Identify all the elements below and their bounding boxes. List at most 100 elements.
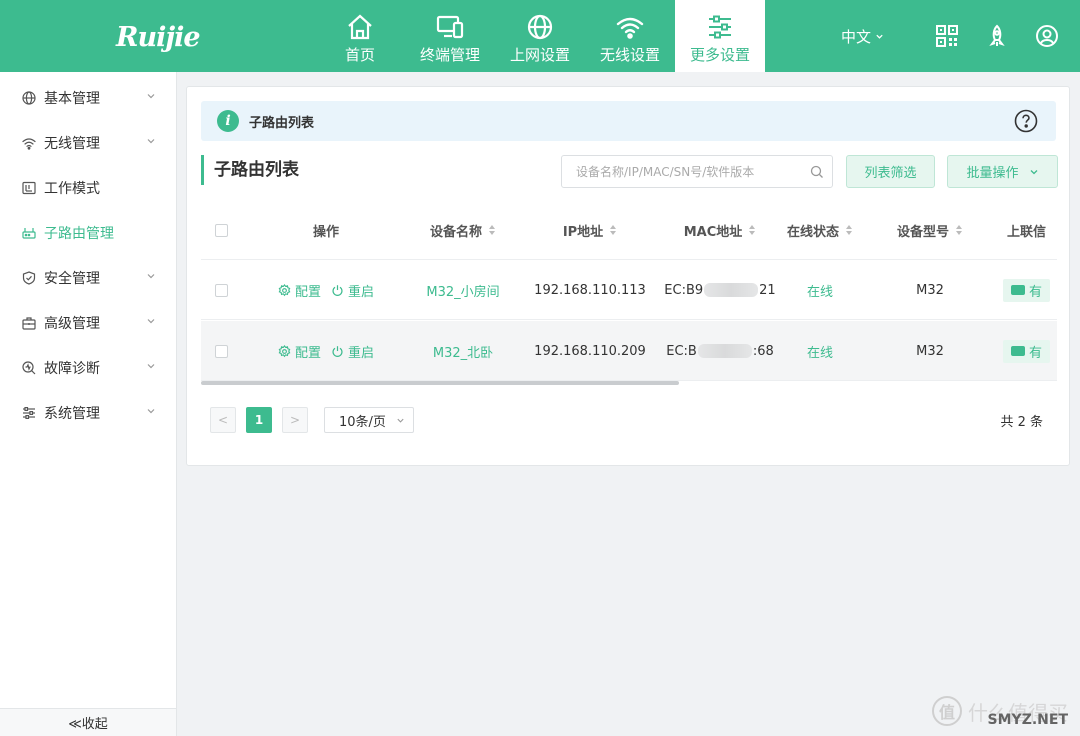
search-input[interactable]: [576, 164, 806, 179]
watermark-logo: 值: [932, 696, 962, 726]
sidebar-item-label: 系统管理: [44, 405, 100, 422]
language-label: 中文: [840, 27, 871, 46]
page-size-select[interactable]: 10条/页: [324, 407, 414, 433]
row-checkbox[interactable]: [214, 344, 228, 358]
select-all-checkbox[interactable]: [214, 223, 228, 237]
config-button[interactable]: 配置: [278, 342, 321, 361]
qrcode-icon: [936, 25, 958, 47]
power-icon: [332, 284, 343, 296]
batch-actions-button[interactable]: 批量操作: [947, 155, 1058, 188]
sort-icon: [610, 225, 617, 235]
user-button[interactable]: [1034, 23, 1060, 49]
sidebar-item-work-mode[interactable]: 工作模式: [0, 165, 176, 210]
horizontal-scrollbar[interactable]: [201, 381, 679, 385]
toolbox-icon: [22, 316, 36, 330]
mac-redacted: [704, 283, 759, 297]
ruijie-logo[interactable]: Ruijie: [116, 22, 201, 53]
sidebar-item-diagnose[interactable]: 故障诊断: [0, 345, 176, 390]
restart-button[interactable]: 重启: [331, 281, 374, 300]
sidebar-item-security[interactable]: 安全管理: [0, 255, 176, 300]
config-button[interactable]: 配置: [278, 281, 321, 300]
rocket-button[interactable]: [984, 23, 1010, 49]
uplink-label: 有: [1029, 284, 1043, 300]
table-row: 配置 重启 M32_北卧 192.168.110.209 EC:B:68 在线 …: [201, 321, 1057, 381]
info-banner: i 子路由列表: [201, 101, 1056, 141]
col-mac-label: MAC地址: [683, 224, 743, 240]
sidebar-item-label: 高级管理: [44, 315, 100, 332]
chevron-down-icon: [147, 364, 155, 369]
prev-page-button[interactable]: <: [210, 407, 236, 433]
nav-more-settings[interactable]: 更多设置: [675, 0, 765, 72]
pagination: < 1 > 10条/页: [210, 407, 414, 433]
sidebar-item-basic[interactable]: 基本管理: [0, 75, 176, 120]
sidebar-item-advanced[interactable]: 高级管理: [0, 300, 176, 345]
col-model[interactable]: 设备型号: [875, 200, 985, 260]
sliders-icon: [709, 15, 731, 39]
sort-icon: [489, 225, 495, 235]
chevron-down-icon: [397, 418, 404, 423]
nav-home-label: 首页: [344, 46, 375, 64]
nav-wireless[interactable]: 无线设置: [585, 0, 675, 72]
mac-redacted: [697, 344, 752, 358]
nav-internet-label: 上网设置: [509, 46, 570, 64]
nav-home[interactable]: 首页: [315, 0, 405, 72]
page-button-current[interactable]: 1: [246, 407, 272, 433]
home-icon: [348, 14, 372, 40]
nav-devices[interactable]: 终端管理: [405, 0, 495, 72]
status-badge: 在线: [806, 284, 833, 300]
help-icon[interactable]: [1014, 109, 1038, 133]
top-bar: Ruijie 首页 终端管理 上网设置 无线设置 更多设置 中文: [0, 0, 1080, 72]
col-device-name[interactable]: 设备名称: [401, 200, 525, 260]
uplink-badge: 有: [1003, 339, 1051, 363]
language-selector[interactable]: 中文: [841, 26, 884, 47]
device-name-link[interactable]: M32_北卧: [401, 321, 525, 381]
mode-icon: [22, 181, 36, 195]
router-icon: [22, 226, 36, 240]
power-icon: [332, 345, 343, 357]
wifi-icon: [22, 136, 36, 150]
section-title: 子路由列表: [201, 155, 299, 185]
col-status-label: 在线状态: [786, 224, 839, 240]
sidebar-item-label: 基本管理: [44, 90, 100, 107]
next-page-button[interactable]: >: [282, 407, 308, 433]
sidebar: 基本管理 无线管理 工作模式 子路由管理 安全管理 高级管理 故障诊断 系统管理…: [0, 72, 177, 736]
row-checkbox[interactable]: [214, 283, 228, 297]
gear-icon: [278, 344, 291, 357]
info-icon: i: [217, 110, 239, 132]
device-name-link[interactable]: M32_小房间: [401, 260, 525, 320]
sidebar-item-label: 子路由管理: [44, 225, 114, 242]
chevron-down-icon: [876, 34, 883, 39]
search-icon[interactable]: [810, 165, 824, 179]
globe-icon: [22, 90, 36, 105]
col-model-label: 设备型号: [896, 224, 949, 240]
search-box: [561, 155, 833, 188]
sidebar-item-sub-router[interactable]: 子路由管理: [0, 210, 176, 255]
ip-address: 192.168.110.209: [534, 343, 646, 359]
chevron-down-icon: [147, 319, 155, 324]
restart-label: 重启: [348, 345, 375, 361]
qrcode-button[interactable]: [934, 23, 960, 49]
gear-icon: [278, 283, 291, 296]
sidebar-collapse-button[interactable]: ≪收起: [0, 708, 176, 736]
col-actions: 操作: [312, 224, 339, 240]
sidebar-item-system[interactable]: 系统管理: [0, 390, 176, 435]
settings-icon: [22, 406, 36, 420]
globe-icon: [527, 14, 553, 40]
restart-button[interactable]: 重启: [331, 342, 374, 361]
mac-prefix: EC:B: [666, 343, 697, 359]
col-uplink: 上联信: [1007, 224, 1047, 240]
sidebar-item-wireless[interactable]: 无线管理: [0, 120, 176, 165]
nav-internet[interactable]: 上网设置: [495, 0, 585, 72]
col-status[interactable]: 在线状态: [765, 200, 875, 260]
sub-router-card: i 子路由列表 子路由列表 列表筛选 批量操作 操作 设备名称 IP地址 MAC…: [186, 86, 1070, 466]
sidebar-item-label: 故障诊断: [44, 360, 100, 377]
table-header: 操作 设备名称 IP地址 MAC地址 在线状态 设备型号 上联信: [201, 200, 1057, 260]
watermark-sub: SMYZ.NET: [987, 712, 1068, 728]
col-ip[interactable]: IP地址: [525, 200, 655, 260]
status-badge: 在线: [806, 345, 833, 361]
uplink-badge: 有: [1003, 278, 1051, 302]
shield-icon: [22, 270, 36, 285]
uplink-cell: 有: [1003, 260, 1057, 320]
filter-button[interactable]: 列表筛选: [846, 155, 935, 188]
row-actions: 配置 重启: [261, 321, 391, 381]
